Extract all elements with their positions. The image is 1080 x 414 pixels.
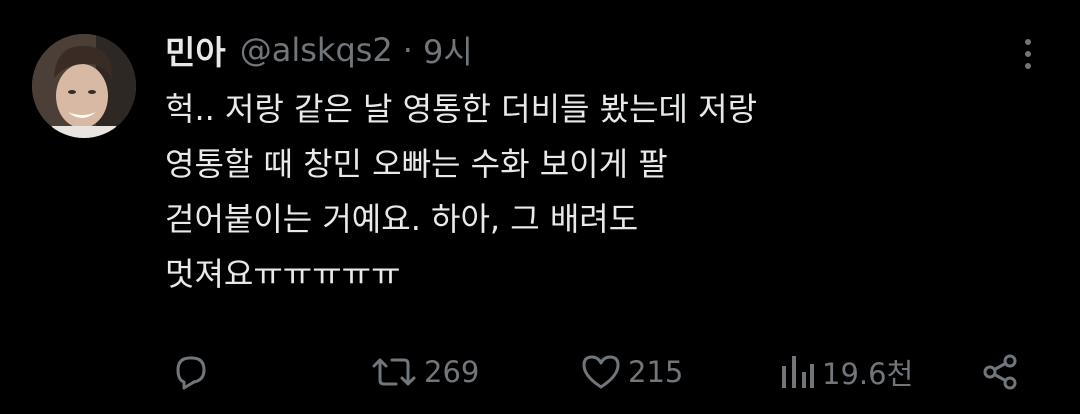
timestamp[interactable]: 9시 — [423, 27, 473, 73]
tweet-text-line: 영통할 때 창민 오빠는 수화 보이게 팔 — [165, 145, 668, 183]
avatar[interactable] — [32, 34, 136, 138]
tweet-text-line: 멋져요ㅠㅠㅠㅠㅠ — [165, 255, 401, 293]
separator-dot: · — [402, 31, 413, 69]
views-count: 19.6천 — [822, 357, 914, 391]
tweet-text-line: 걷어붙이는 거예요. 하아, 그 배려도 — [165, 200, 639, 238]
tweet-text-line: 헉.. 저랑 같은 날 영통한 더비들 봤는데 저랑 — [165, 90, 758, 128]
retweet-count: 269 — [424, 355, 480, 389]
tweet: 민아 @alskqs2 · 9시 헉.. 저랑 같은 날 영통한 더비들 봤는데… — [0, 0, 1080, 414]
views-button[interactable]: 19.6천 — [776, 348, 913, 396]
heart-icon — [582, 355, 620, 389]
like-button[interactable]: 215 — [580, 348, 683, 396]
action-bar: 269 215 19.6천 — [0, 348, 1080, 396]
tweet-text: 헉.. 저랑 같은 날 영통한 더비들 봤는데 저랑 영통할 때 창민 오빠는 … — [165, 82, 1045, 302]
more-vertical-icon — [1025, 39, 1031, 69]
share-button[interactable] — [980, 348, 1020, 396]
views-icon — [782, 356, 814, 388]
author-handle[interactable]: @alskqs2 — [240, 31, 393, 69]
more-options-button[interactable] — [1010, 36, 1046, 72]
like-count: 215 — [628, 355, 684, 389]
retweet-icon — [372, 358, 416, 386]
retweet-button[interactable]: 269 — [370, 348, 479, 396]
reply-button[interactable] — [170, 348, 210, 396]
tweet-header: 민아 @alskqs2 · 9시 — [165, 28, 473, 72]
reply-icon — [176, 356, 206, 390]
author-name[interactable]: 민아 — [165, 26, 226, 74]
share-icon — [983, 354, 1017, 390]
